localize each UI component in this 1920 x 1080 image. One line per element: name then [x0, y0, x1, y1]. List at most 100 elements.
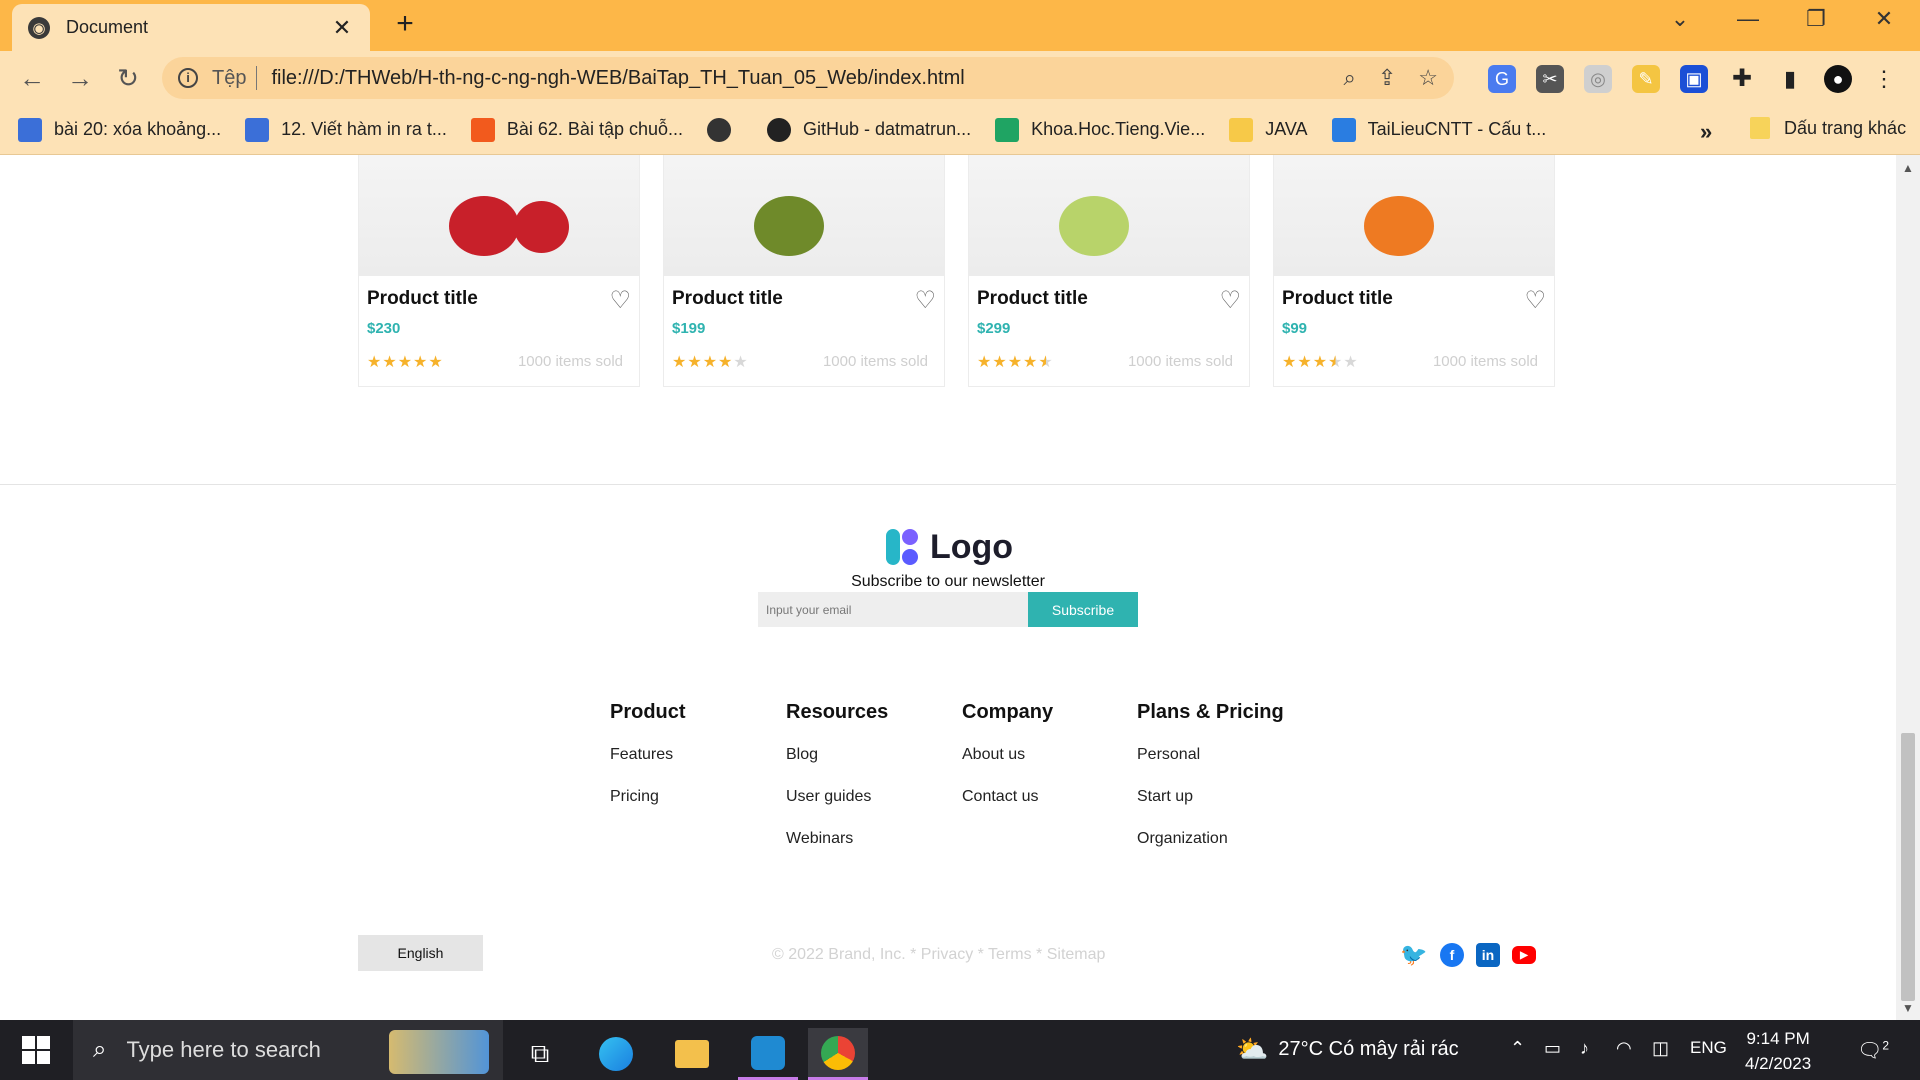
product-image[interactable] [664, 155, 944, 276]
address-bar[interactable]: i Tệp file:///D:/THWeb/H-th-ng-c-ng-ngh-… [162, 57, 1454, 99]
reload-button[interactable]: ↻ [112, 63, 144, 93]
footer-link[interactable]: Blog [786, 746, 888, 764]
star-icon: ★ [687, 354, 703, 371]
product-price: $199 [672, 320, 706, 337]
translate-extension-icon[interactable]: G [1488, 65, 1516, 93]
extension-badge-icon[interactable]: ▣ [1680, 65, 1708, 93]
volume-icon[interactable]: ♪ [1580, 1038, 1589, 1059]
vscode-icon[interactable] [738, 1028, 798, 1080]
linkedin-icon[interactable]: in [1476, 943, 1500, 967]
product-title[interactable]: Product title [367, 288, 478, 310]
product-image[interactable] [969, 155, 1249, 276]
footer-link[interactable]: Personal [1137, 746, 1284, 764]
heart-icon[interactable]: ♡ [914, 286, 936, 315]
clock[interactable]: 9:14 PM 4/2/2023 [1745, 1026, 1811, 1076]
scroll-down-arrow[interactable]: ▼ [1902, 1001, 1914, 1015]
heart-icon[interactable]: ♡ [1219, 286, 1241, 315]
bookmark-star-icon[interactable]: ☆ [1418, 65, 1438, 91]
menu-kebab-icon[interactable]: ⋮ [1870, 65, 1898, 93]
twitter-icon[interactable]: 🐦 [1400, 942, 1427, 967]
other-bookmarks-label: Dấu trang khác [1784, 117, 1907, 138]
close-tab-icon[interactable]: ✕ [330, 15, 354, 41]
share-icon[interactable]: ⇪ [1378, 65, 1396, 91]
product-image[interactable] [1274, 155, 1554, 276]
footer-link[interactable]: About us [962, 746, 1053, 764]
notification-icon[interactable]: 🗨2 [1857, 1038, 1889, 1063]
compass-extension-icon[interactable]: ◎ [1584, 65, 1612, 93]
bookmark-item[interactable] [707, 117, 743, 142]
bookmark-item[interactable]: Khoa.Hoc.Tieng.Vie... [995, 117, 1205, 142]
product-title[interactable]: Product title [977, 288, 1088, 310]
bookmark-item[interactable]: 12. Viết hàm in ra t... [245, 117, 447, 142]
weather-widget[interactable]: ⛅ 27°C Có mây rải rác [1236, 1034, 1459, 1065]
wifi-icon[interactable]: ◠ [1616, 1038, 1632, 1059]
extensions-puzzle-icon[interactable]: ✚ [1728, 65, 1756, 93]
forward-button[interactable]: → [64, 63, 96, 93]
product-card[interactable]: Product title ♡ $299 ★★★★★ 1000 items sold [968, 155, 1250, 387]
subscribe-button[interactable]: Subscribe [1028, 592, 1138, 627]
bookmark-item[interactable]: TaiLieuCNTT - Cấu t... [1331, 117, 1546, 142]
footer-column: Plans & Pricing Personal Start up Organizat… [1137, 701, 1284, 872]
restore-button[interactable]: ❐ [1796, 6, 1836, 32]
footer-link[interactable]: Webinars [786, 830, 888, 848]
email-input[interactable] [758, 592, 1028, 627]
bookmark-item[interactable]: JAVA [1229, 117, 1308, 142]
tools-extension-icon[interactable]: ✂ [1536, 65, 1564, 93]
footer-column: Company About us Contact us [962, 701, 1053, 830]
star-icon: ★ [992, 354, 1008, 371]
product-card[interactable]: Product title ♡ $99 ★★★★★ 1000 items sold [1273, 155, 1555, 387]
product-title[interactable]: Product title [672, 288, 783, 310]
star-rating: ★★★★★ [977, 352, 1054, 372]
footer-link[interactable]: Contact us [962, 788, 1053, 806]
language-selector[interactable]: English [358, 935, 483, 971]
highlighter-extension-icon[interactable]: ✎ [1632, 65, 1660, 93]
footer-logo[interactable]: Logo [884, 527, 1013, 567]
chrome-icon[interactable] [808, 1028, 868, 1080]
profile-avatar[interactable]: ● [1824, 65, 1852, 93]
bookmark-item[interactable]: GitHub - datmatrun... [767, 117, 971, 142]
back-button[interactable]: ← [16, 63, 48, 93]
bookmark-item[interactable]: bài 20: xóa khoảng... [18, 117, 221, 142]
facebook-icon[interactable]: f [1440, 943, 1464, 967]
new-tab-button[interactable]: + [390, 9, 420, 40]
info-icon[interactable]: i [178, 68, 198, 88]
product-image[interactable] [359, 155, 639, 276]
star-icon: ★ [718, 354, 734, 371]
scrollbar-thumb[interactable] [1901, 733, 1915, 1001]
tab-search-icon[interactable]: ⌄ [1660, 6, 1700, 32]
address-separator [256, 66, 258, 90]
footer-link[interactable]: Pricing [610, 788, 686, 806]
bookmark-item[interactable]: Bài 62. Bài tập chuỗ... [470, 117, 683, 142]
product-card[interactable]: Product title ♡ $230 ★★★★★ 1000 items sold [358, 155, 640, 387]
footer-link[interactable]: Organization [1137, 830, 1284, 848]
meet-icon[interactable]: ◫ [1652, 1038, 1669, 1059]
scroll-up-arrow[interactable]: ▲ [1902, 161, 1914, 175]
file-explorer-icon[interactable] [662, 1028, 722, 1080]
product-title[interactable]: Product title [1282, 288, 1393, 310]
page-scrollbar[interactable]: ▲ ▼ [1896, 155, 1920, 1020]
edge-icon[interactable] [586, 1028, 646, 1080]
newsletter-title: Subscribe to our newsletter [851, 573, 1045, 590]
browser-tab[interactable]: ◉ Document ✕ [12, 4, 370, 51]
windows-start-icon[interactable] [22, 1036, 50, 1064]
language-indicator[interactable]: ENG [1690, 1038, 1727, 1058]
tray-overflow-icon[interactable]: ⌃ [1510, 1038, 1525, 1059]
zoom-icon[interactable]: ⌕ [1344, 65, 1356, 91]
star-icon: ★ [1343, 354, 1359, 371]
close-window-button[interactable]: ✕ [1864, 6, 1904, 32]
minimize-button[interactable]: — [1728, 6, 1768, 32]
footer-link[interactable]: Features [610, 746, 686, 764]
taskbar-search[interactable]: ⌕ Type here to search [73, 1020, 503, 1080]
side-panel-icon[interactable]: ▮ [1776, 65, 1804, 93]
footer-link[interactable]: User guides [786, 788, 888, 806]
task-view-icon[interactable]: ⧉ [510, 1028, 570, 1080]
heart-icon[interactable]: ♡ [609, 286, 631, 315]
other-bookmarks[interactable]: Dấu trang khác [1750, 117, 1906, 139]
bookmarks-overflow-button[interactable]: » [1700, 119, 1712, 145]
youtube-icon[interactable]: ▶ [1512, 946, 1536, 964]
url-text[interactable]: file:///D:/THWeb/H-th-ng-c-ng-ngh-WEB/Ba… [271, 67, 1321, 90]
battery-icon[interactable]: ▭ [1544, 1038, 1561, 1059]
product-card[interactable]: Product title ♡ $199 ★★★★★ 1000 items sold [663, 155, 945, 387]
footer-link[interactable]: Start up [1137, 788, 1284, 806]
heart-icon[interactable]: ♡ [1524, 286, 1546, 315]
